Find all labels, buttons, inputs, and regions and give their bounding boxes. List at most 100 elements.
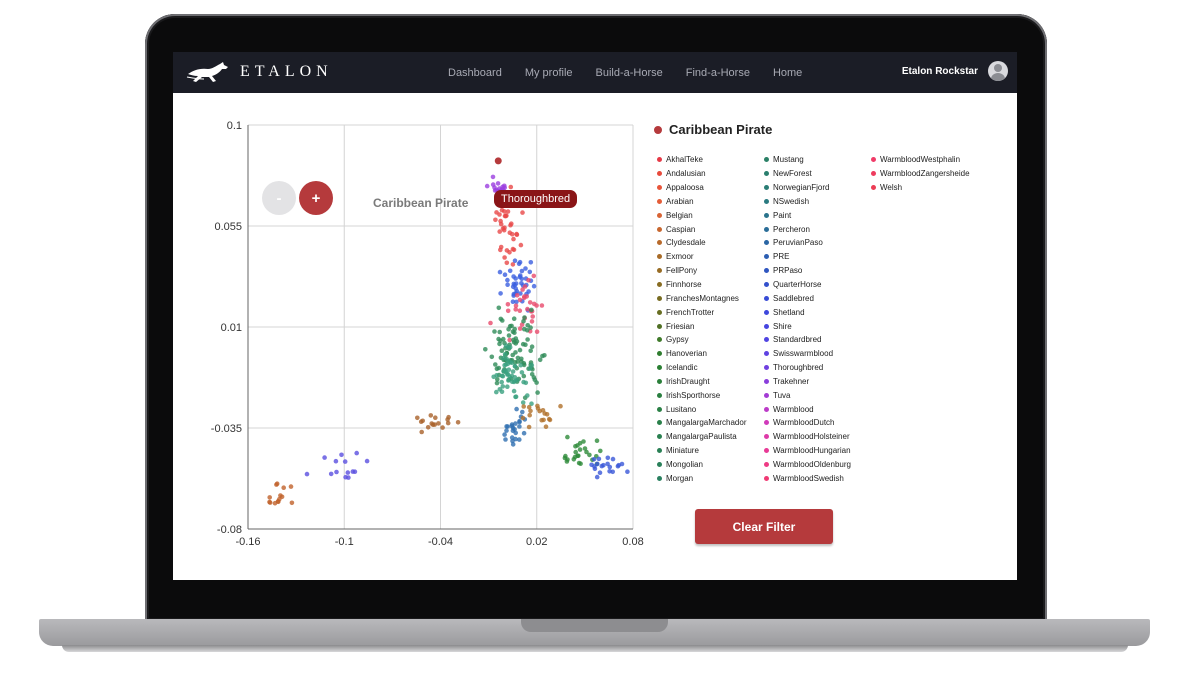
data-point[interactable] [513, 286, 518, 291]
data-point[interactable] [526, 277, 531, 283]
legend-item[interactable]: Shire [764, 319, 874, 333]
data-point[interactable] [517, 326, 523, 331]
data-point[interactable] [578, 461, 583, 467]
data-point[interactable] [415, 415, 420, 421]
legend-item[interactable]: WarmbloodOldenburg [764, 458, 874, 472]
legend-item[interactable]: AkhalTeke [657, 153, 767, 167]
data-point[interactable] [289, 500, 295, 506]
data-point[interactable] [518, 362, 523, 368]
data-point[interactable] [506, 378, 511, 383]
data-point[interactable] [506, 333, 512, 338]
data-point[interactable] [542, 353, 547, 358]
legend-item[interactable]: IrishSporthorse [657, 388, 767, 402]
legend-item[interactable]: Trakehner [764, 375, 874, 389]
data-point[interactable] [529, 319, 535, 324]
data-point[interactable] [281, 485, 286, 491]
data-point[interactable] [433, 415, 438, 421]
data-point[interactable] [502, 225, 507, 230]
data-point[interactable] [496, 305, 502, 311]
data-point[interactable] [511, 316, 517, 321]
data-point[interactable] [529, 362, 535, 368]
data-point[interactable] [342, 459, 348, 464]
nav-my-profile[interactable]: My profile [525, 67, 573, 79]
legend-item[interactable]: MangalargaPaulista [657, 430, 767, 444]
data-point[interactable] [503, 437, 508, 442]
data-points[interactable] [267, 174, 630, 506]
data-point[interactable] [510, 428, 516, 434]
data-point[interactable] [509, 231, 515, 237]
data-point[interactable] [605, 455, 611, 461]
data-point[interactable] [440, 425, 445, 430]
data-point[interactable] [496, 336, 501, 342]
data-point[interactable] [519, 268, 525, 274]
legend-item[interactable]: Swisswarmblood [764, 347, 874, 361]
data-point[interactable] [534, 329, 540, 334]
legend-item[interactable]: IrishDraught [657, 375, 767, 389]
data-point[interactable] [528, 348, 533, 354]
data-point[interactable] [513, 350, 518, 355]
data-point[interactable] [499, 373, 505, 379]
data-point[interactable] [529, 372, 535, 377]
legend-item[interactable]: Andalusian [657, 167, 767, 181]
legend-item[interactable]: PRE [764, 250, 874, 264]
data-point[interactable] [510, 442, 516, 447]
legend-item[interactable]: WarmbloodSwedish [764, 471, 874, 485]
data-point[interactable] [529, 344, 535, 349]
data-point[interactable] [596, 456, 602, 462]
data-point[interactable] [521, 318, 526, 324]
data-point[interactable] [499, 379, 505, 385]
data-point[interactable] [520, 210, 525, 215]
data-point[interactable] [507, 344, 513, 350]
legend-item[interactable]: PRPaso [764, 264, 874, 278]
data-point[interactable] [594, 438, 600, 444]
data-point[interactable] [528, 260, 534, 265]
data-point[interactable] [502, 213, 508, 219]
data-point[interactable] [543, 424, 549, 430]
legend-item[interactable]: WarmbloodWestphalin [871, 153, 981, 167]
data-point[interactable] [525, 306, 530, 312]
data-point[interactable] [535, 390, 540, 395]
data-point[interactable] [505, 302, 511, 307]
data-point[interactable] [509, 435, 515, 440]
data-point[interactable] [534, 303, 539, 308]
legend-item[interactable]: Mustang [764, 153, 874, 167]
user-menu[interactable]: Etalon Rockstar [902, 61, 1008, 81]
legend-item[interactable]: Percheron [764, 222, 874, 236]
zoom-out-button[interactable]: - [262, 181, 296, 215]
data-point[interactable] [497, 229, 503, 234]
data-point[interactable] [558, 403, 563, 409]
legend-item[interactable]: Saddlebred [764, 291, 874, 305]
nav-dashboard[interactable]: Dashboard [448, 67, 502, 79]
data-point[interactable] [598, 448, 603, 454]
data-point[interactable] [498, 221, 504, 227]
data-point[interactable] [483, 347, 488, 352]
data-point[interactable] [515, 355, 521, 361]
data-point[interactable] [592, 464, 597, 469]
legend-item[interactable]: Caspian [657, 222, 767, 236]
legend-item[interactable]: WarmbloodZangersheide [871, 167, 981, 181]
data-point[interactable] [512, 326, 517, 332]
data-point[interactable] [605, 461, 610, 467]
data-point[interactable] [328, 471, 334, 477]
data-point[interactable] [525, 337, 530, 342]
data-point[interactable] [519, 276, 525, 282]
data-point[interactable] [502, 255, 507, 260]
data-point[interactable] [517, 424, 522, 429]
legend-item[interactable]: Miniature [657, 444, 767, 458]
legend-item[interactable]: Tuva [764, 388, 874, 402]
legend-item[interactable]: Arabian [657, 195, 767, 209]
data-point[interactable] [501, 368, 506, 374]
data-point[interactable] [520, 409, 525, 415]
legend-item[interactable]: Hanoverian [657, 347, 767, 361]
data-point[interactable] [511, 340, 517, 345]
data-point[interactable] [504, 424, 509, 429]
data-point[interactable] [490, 182, 496, 187]
data-point[interactable] [531, 283, 537, 289]
clear-filter-button[interactable]: Clear Filter [695, 509, 833, 544]
data-point[interactable] [503, 343, 509, 348]
legend-item[interactable]: MangalargaMarchador [657, 416, 767, 430]
data-point[interactable] [530, 314, 535, 319]
legend-item[interactable]: Thoroughbred [764, 361, 874, 375]
data-point[interactable] [520, 400, 526, 405]
data-point[interactable] [288, 484, 294, 489]
